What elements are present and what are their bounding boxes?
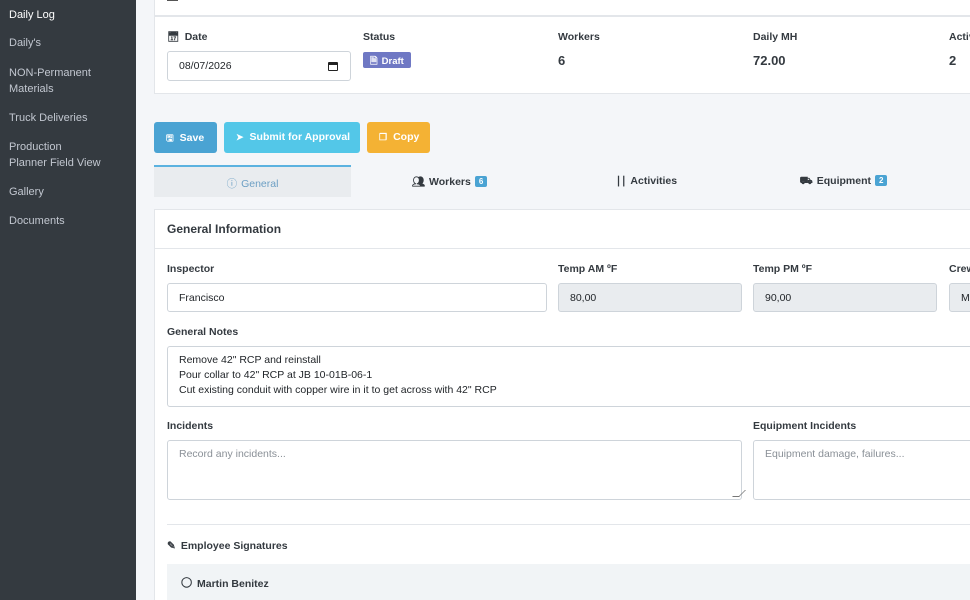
daily-mh-label: Daily MH xyxy=(753,31,798,43)
crew-field[interactable]: Ma xyxy=(949,283,970,312)
header-card-edge xyxy=(154,0,970,16)
date-label: 📅︎ Date xyxy=(167,31,208,43)
users-icon: 👥︎ xyxy=(411,176,426,188)
calendar-icon: 📅︎ xyxy=(167,32,180,43)
sidebar-item-documents[interactable]: Documents xyxy=(0,213,136,229)
notes-line: Remove 42" RCP and reinstall xyxy=(179,354,321,366)
activities-value: 2 xyxy=(949,53,957,68)
general-notes-textarea[interactable]: Remove 42" RCP and reinstall Pour collar… xyxy=(167,346,970,407)
incidents-label: Incidents xyxy=(167,420,214,432)
incidents-textarea[interactable]: Record any incidents... xyxy=(167,440,746,500)
inspector-label: Inspector xyxy=(167,263,215,275)
tab-activities[interactable]: ∣∣ Activities xyxy=(548,165,745,197)
equipment-incidents-textarea[interactable]: Equipment damage, failures... xyxy=(753,440,970,500)
status-label: Status xyxy=(363,31,396,43)
send-icon: ➤ xyxy=(236,132,244,142)
equipment-count-badge: 2 xyxy=(875,175,888,186)
sidebar-item-daily-log[interactable]: Daily Log xyxy=(0,7,136,23)
sidebar: Daily Log Daily's NON-Permanent Material… xyxy=(0,0,136,600)
temp-am-label: Temp AM ºF xyxy=(558,263,618,275)
status-badge: 🗎︎ Draft xyxy=(363,52,411,68)
sidebar-item-production-planner[interactable]: Production Planner Field View xyxy=(0,139,110,171)
divider xyxy=(167,524,970,525)
equipment-incidents-placeholder: Equipment damage, failures... xyxy=(765,448,905,460)
general-information-card: General Information Inspector Francisco … xyxy=(154,209,970,600)
user-icon: ◯ xyxy=(181,577,193,588)
crew-label: Crew xyxy=(949,263,970,275)
employee-signatures-header: ✎ Employee Signatures xyxy=(167,540,288,552)
incidents-placeholder: Record any incidents... xyxy=(179,448,286,460)
submit-for-approval-button[interactable]: ➤ Submit for Approval xyxy=(224,122,360,153)
summary-card: 📅︎ Date 08/07/2026 Status 🗎︎ Draft Workers… xyxy=(154,16,970,94)
sidebar-item-gallery[interactable]: Gallery xyxy=(0,184,136,200)
notes-line: Cut existing conduit with copper wire in… xyxy=(179,384,497,396)
calendar-picker-icon[interactable] xyxy=(328,62,338,71)
tab-equipment[interactable]: ⛟︎ Equipment 2 xyxy=(745,165,942,197)
notes-line: Pour collar to 42" RCP at JB 10-01B-06-1 xyxy=(179,369,373,381)
date-field[interactable]: 08/07/2026 xyxy=(167,51,351,81)
divider xyxy=(155,248,970,249)
daily-mh-value: 72.00 xyxy=(753,53,786,68)
main-content: 📅︎ Date 08/07/2026 Status 🗎︎ Draft Workers… xyxy=(136,0,970,600)
info-icon: ⓘ xyxy=(226,178,238,190)
sidebar-item-dailys[interactable]: Daily's xyxy=(0,35,136,51)
section-title: General Information xyxy=(167,222,282,236)
tab-bar: ⓘ General 👥︎ Workers 6 ∣∣ Activities ⛟︎ Equip… xyxy=(154,165,970,197)
workers-count-badge: 6 xyxy=(474,176,488,187)
activities-label: Activ xyxy=(949,31,970,43)
signature-employee-name: Martin Benitez xyxy=(197,578,269,590)
sidebar-item-non-permanent-materials[interactable]: NON-Permanent Materials xyxy=(0,65,110,97)
truck-icon: ⛟︎ xyxy=(799,175,813,187)
equipment-incidents-label: Equipment Incidents xyxy=(753,420,857,432)
header-icon xyxy=(167,0,178,1)
sidebar-item-truck-deliveries[interactable]: Truck Deliveries xyxy=(0,110,136,126)
signature-row[interactable]: ◯ Martin Benitez xyxy=(167,564,970,600)
tab-general[interactable]: ⓘ General xyxy=(154,165,351,197)
tab-workers[interactable]: 👥︎ Workers 6 xyxy=(351,165,548,197)
temp-am-field[interactable]: 80,00 xyxy=(558,283,742,312)
copy-icon: ❐ xyxy=(379,132,388,142)
resize-handle-icon[interactable] xyxy=(732,490,746,497)
workers-value: 6 xyxy=(558,53,566,68)
save-button[interactable]: 🖫︎ Save xyxy=(154,122,217,153)
temp-pm-field[interactable]: 90,00 xyxy=(753,283,937,312)
draft-icon: 🗎︎ xyxy=(370,56,378,67)
inspector-field[interactable]: Francisco xyxy=(167,283,547,312)
signature-icon: ✎ xyxy=(167,540,176,552)
save-icon: 🖫︎ xyxy=(166,133,174,143)
temp-pm-label: Temp PM ºF xyxy=(753,263,813,275)
general-notes-label: General Notes xyxy=(167,326,239,338)
date-value: 08/07/2026 xyxy=(179,60,232,72)
copy-button[interactable]: ❐ Copy xyxy=(367,122,430,153)
workers-label: Workers xyxy=(558,31,600,43)
bar-chart-icon: ∣∣ xyxy=(615,175,627,187)
